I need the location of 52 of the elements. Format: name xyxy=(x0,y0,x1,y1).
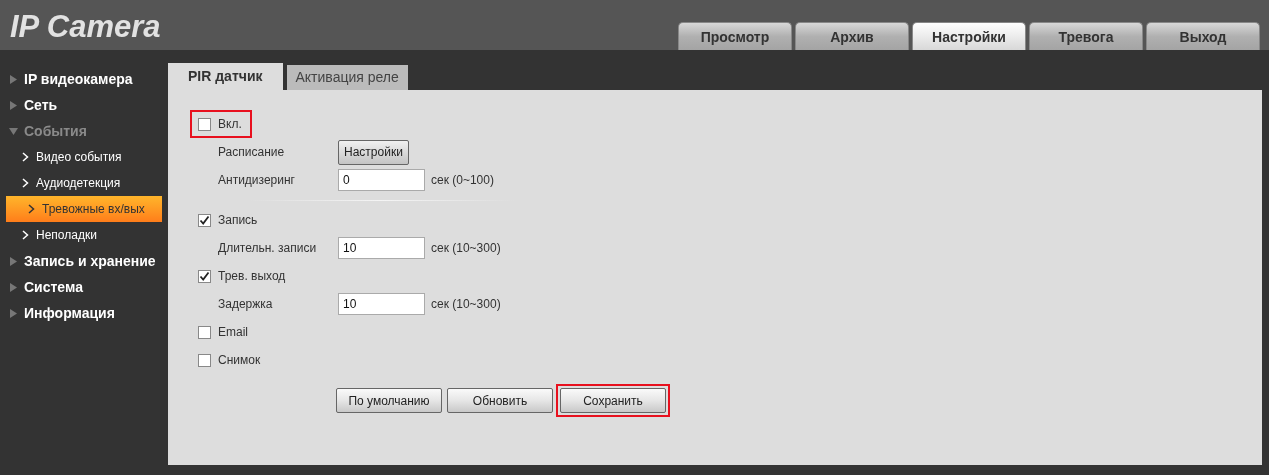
checkbox-label: Запись xyxy=(218,212,258,229)
nav-tab[interactable]: Тревога xyxy=(1029,22,1143,50)
sidebar-group[interactable]: События xyxy=(0,118,168,144)
checkbox[interactable] xyxy=(198,269,211,283)
settings-button[interactable]: Настройки xyxy=(338,139,409,165)
sidebar-group[interactable]: IP видеокамера xyxy=(0,66,168,92)
field-label: Задержка xyxy=(218,296,274,313)
unit-label: сек (0~100) xyxy=(431,172,494,189)
action-button[interactable]: Обновить xyxy=(447,388,553,413)
caret-down-icon xyxy=(9,126,18,136)
tab[interactable]: PIR датчик xyxy=(168,63,283,90)
sidebar-group[interactable]: Запись и хранение xyxy=(0,248,168,274)
checkbox-label: Трев. выход xyxy=(218,268,286,285)
nav-tab[interactable]: Просмотр xyxy=(678,22,792,50)
chevron-right-icon xyxy=(22,230,29,240)
input-field[interactable]: 0 xyxy=(338,169,425,191)
checkbox-label: Снимок xyxy=(218,352,261,369)
sidebar-group[interactable]: Информация xyxy=(0,300,168,326)
action-button[interactable]: Сохранить xyxy=(560,388,666,413)
checkbox[interactable] xyxy=(198,325,211,339)
caret-right-icon xyxy=(9,308,18,318)
sidebar-group[interactable]: Система xyxy=(0,274,168,300)
checkbox-label: Email xyxy=(218,324,248,341)
caret-right-icon xyxy=(9,74,18,84)
sidebar-item[interactable]: Аудиодетекция xyxy=(0,170,168,196)
unit-label: сек (10~300) xyxy=(431,296,501,313)
nav-tab[interactable]: Настройки xyxy=(912,22,1026,50)
sidebar-group[interactable]: Сеть xyxy=(0,92,168,118)
field-label: Антидизеринг xyxy=(218,172,296,189)
caret-right-icon xyxy=(9,100,18,110)
sidebar-item[interactable]: Видео события xyxy=(0,144,168,170)
action-button[interactable]: По умолчанию xyxy=(336,388,442,413)
tab[interactable]: Активация реле xyxy=(286,65,408,90)
checkbox[interactable] xyxy=(198,117,211,131)
input-field[interactable]: 10 xyxy=(338,237,425,259)
input-field[interactable]: 10 xyxy=(338,293,425,315)
chevron-right-icon xyxy=(22,178,29,188)
chevron-right-icon xyxy=(22,152,29,162)
nav-tab[interactable]: Архив xyxy=(795,22,909,50)
field-label: Длительн. записи xyxy=(218,240,318,257)
caret-right-icon xyxy=(9,282,18,292)
field-label: Расписание xyxy=(218,144,286,161)
sidebar-item[interactable]: Тревожные вх/вых xyxy=(6,196,162,222)
nav-tab[interactable]: Выход xyxy=(1146,22,1260,50)
logo: IP Camera xyxy=(10,10,161,42)
checkbox-label: Вкл. xyxy=(218,116,242,133)
checkbox[interactable] xyxy=(198,213,211,227)
unit-label: сек (10~300) xyxy=(431,240,501,257)
checkbox[interactable] xyxy=(198,353,211,367)
chevron-right-icon xyxy=(28,204,35,214)
caret-right-icon xyxy=(9,256,18,266)
sidebar-item[interactable]: Неполадки xyxy=(0,222,168,248)
